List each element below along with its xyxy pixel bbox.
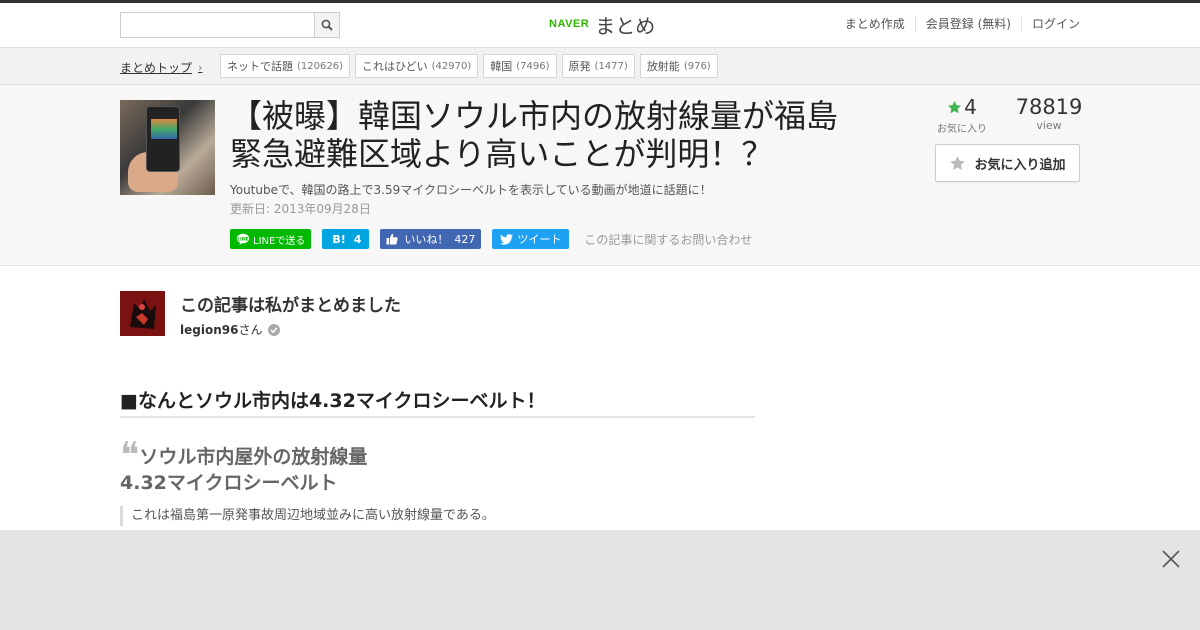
tag-item[interactable]: 原発 (1477)	[561, 54, 635, 78]
article-header: 【被曝】韓国ソウル市内の放射線量が福島 緊急避難区域より高いことが判明！？ Yo…	[0, 85, 1200, 266]
tag-count: (7496)	[516, 60, 550, 72]
hatena-count: 4	[353, 232, 362, 246]
tag-count: (1477)	[594, 60, 628, 72]
favorites-counter: 4 お気に入り	[936, 95, 988, 135]
search-input[interactable]	[121, 13, 315, 37]
author-avatar-image	[120, 291, 165, 336]
svg-text:LINE: LINE	[237, 236, 249, 242]
quote-mark-icon: ❝	[120, 435, 140, 476]
tag-list: ネットで話題 (120626) これはひどい (42970) 韓国 (7496) 原発…	[220, 54, 718, 78]
add-favorite-label: お気に入り追加	[974, 157, 1066, 173]
site-logo[interactable]: NAVER まとめ	[549, 10, 655, 38]
facebook-like-label: いいね！	[404, 233, 449, 246]
nav-login[interactable]: ログイン	[1020, 17, 1080, 31]
close-ad-button[interactable]	[1160, 548, 1182, 570]
tag-item[interactable]: ネットで話題 (120626)	[220, 54, 350, 78]
star-icon	[948, 100, 962, 113]
article-updated-date: 更新日: 2013年09月28日	[230, 202, 371, 216]
logo-matome: まとめ	[595, 13, 656, 38]
tag-count: (42970)	[431, 60, 472, 72]
quote-block: ❝ソウル市内屋外の放射線量 4.32マイクロシーベルト	[120, 435, 755, 496]
tag-count: (120626)	[297, 60, 343, 72]
article-description: Youtubeで、韓国の路上で3.59マイクロシーベルトを表示している動画が地道…	[230, 183, 712, 197]
logo-naver: NAVER	[549, 18, 590, 30]
facebook-like-count: 427	[454, 232, 476, 246]
author-avatar[interactable]	[120, 291, 165, 336]
article-thumbnail[interactable]	[120, 100, 215, 195]
view-count: 78819	[1015, 95, 1083, 119]
hatena-bookmark-button[interactable]: B! 4	[322, 229, 370, 249]
header-nav: まとめ作成 会員登録 (無料) ログイン	[835, 17, 1080, 31]
verified-check-icon	[268, 323, 281, 336]
search-button[interactable]	[314, 13, 339, 37]
tag-label: 放射能	[646, 60, 680, 73]
category-bar: まとめトップ › ネットで話題 (120626) これはひどい (42970) 韓国…	[0, 48, 1200, 85]
thumbs-up-icon	[386, 233, 399, 245]
bottom-ad-overlay	[0, 530, 1200, 630]
tag-item[interactable]: 放射能 (976)	[639, 54, 718, 78]
hatena-icon: B!	[332, 232, 346, 246]
nav-register[interactable]: 会員登録 (無料)	[914, 17, 1021, 31]
search-icon	[321, 19, 333, 31]
facebook-like-button[interactable]: いいね！ 427	[380, 229, 482, 249]
tag-label: 韓国	[490, 60, 513, 73]
tweet-label: ツイート	[517, 233, 562, 246]
tag-label: ネットで話題	[227, 60, 293, 73]
section-heading: ■なんとソウル市内は4.32マイクロシーベルト！	[120, 386, 755, 418]
favorites-count: 4	[964, 95, 977, 119]
favorites-label: お気に入り	[937, 124, 987, 135]
chevron-right-icon: ›	[198, 61, 203, 74]
twitter-bird-icon	[500, 233, 514, 245]
tag-label: これはひどい	[361, 60, 428, 73]
tag-label: 原発	[568, 60, 591, 73]
star-outline-icon	[950, 155, 966, 170]
author-heading: この記事は私がまとめました	[180, 296, 401, 316]
view-counter: 78819 view	[1010, 95, 1088, 132]
author-name: legion96	[180, 323, 239, 337]
quote-subtitle: 4.32マイクロシーベルト	[120, 472, 338, 494]
tag-count: (976)	[683, 60, 711, 72]
article-inquiry-link[interactable]: この記事に関するお問い合わせ	[584, 231, 752, 248]
tag-item[interactable]: これはひどい (42970)	[354, 54, 479, 78]
close-icon	[1162, 550, 1180, 568]
author-suffix: さん	[238, 323, 263, 337]
share-buttons: LINE LINEで送る B! 4 いいね！ 427 ツイート この記事に関する…	[230, 229, 752, 249]
nav-create-matome[interactable]: まとめ作成	[835, 17, 915, 31]
breadcrumb-top[interactable]: まとめトップ ›	[120, 59, 202, 76]
tag-item[interactable]: 韓国 (7496)	[483, 54, 557, 78]
breadcrumb-label: まとめトップ	[120, 61, 193, 75]
line-icon: LINE	[236, 233, 250, 245]
view-label: view	[1036, 119, 1062, 132]
thumbnail-device	[146, 106, 180, 172]
add-favorite-button[interactable]: お気に入り追加	[935, 144, 1080, 182]
article-title-line1: 【被曝】韓国ソウル市内の放射線量が福島	[230, 97, 839, 135]
line-share-label: LINEで送る	[253, 235, 306, 247]
article-title-line2: 緊急避難区域より高いことが判明！？	[230, 135, 774, 173]
article-title: 【被曝】韓国ソウル市内の放射線量が福島 緊急避難区域より高いことが判明！？	[230, 97, 910, 173]
line-share-button[interactable]: LINE LINEで送る	[230, 229, 312, 249]
search-box	[120, 12, 340, 38]
tweet-button[interactable]: ツイート	[492, 229, 570, 249]
site-header: NAVER まとめ まとめ作成 会員登録 (無料) ログイン	[0, 3, 1200, 48]
author-name-row[interactable]: legion96さん	[180, 321, 281, 338]
quote-body: これは福島第一原発事故周辺地域並みに高い放射線量である。	[120, 506, 495, 526]
quote-title: ソウル市内屋外の放射線量	[139, 446, 368, 468]
